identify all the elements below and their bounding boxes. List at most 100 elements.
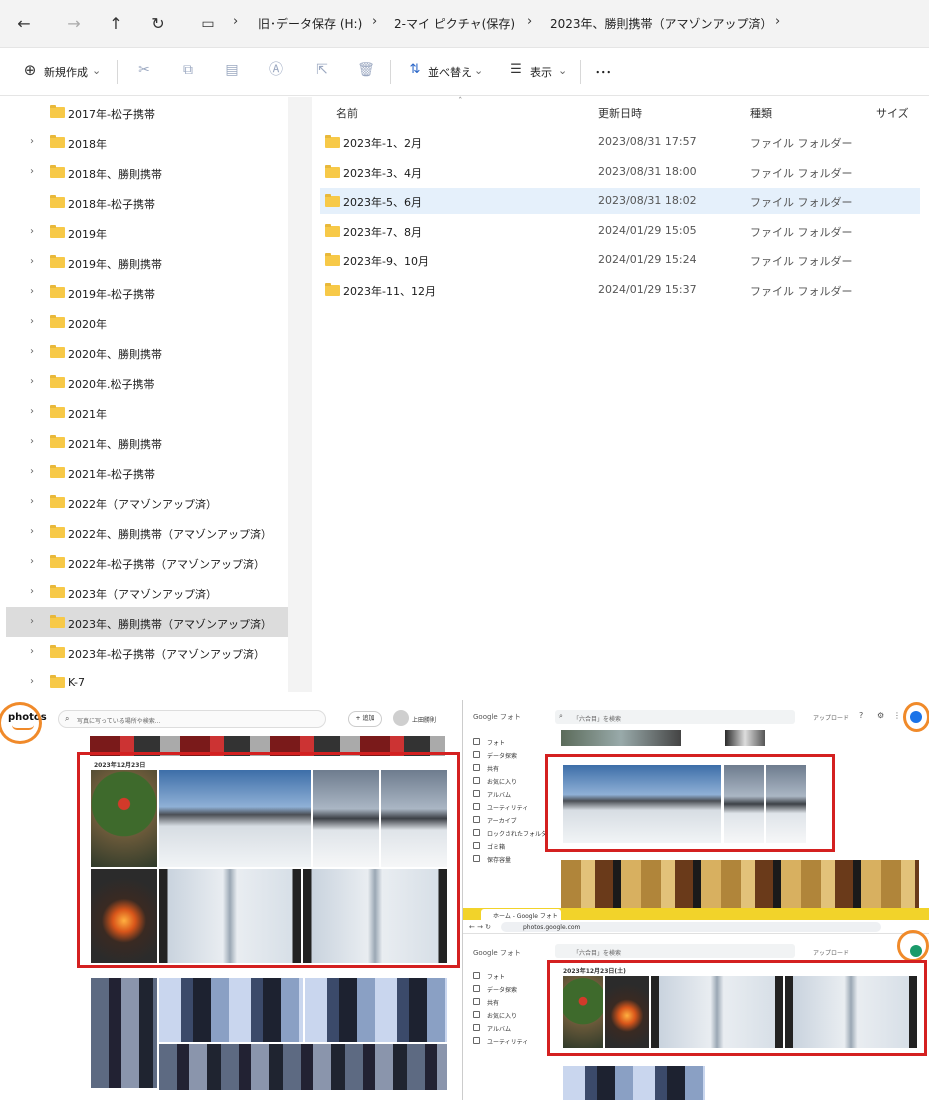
url-bar[interactable]: photos.google.com bbox=[501, 922, 881, 932]
amazon-search-input[interactable]: ⌕ 写真に写っている場所や検索... bbox=[58, 710, 326, 728]
sidebar-item[interactable]: 共有 bbox=[487, 998, 499, 1007]
google-search-input[interactable]: 「六合目」を検索 bbox=[555, 944, 795, 958]
chevron-right-icon[interactable]: › bbox=[30, 496, 34, 507]
file-row[interactable]: 2023年-11、12月 2024/01/29 15:37 ファイル フォルダー bbox=[320, 277, 920, 303]
column-type[interactable]: 種類 bbox=[750, 105, 772, 121]
browser-tab[interactable]: ホーム - Google フォト bbox=[481, 909, 561, 920]
tree-item[interactable]: › 2018年 bbox=[6, 127, 288, 157]
upload-button[interactable]: アップロード bbox=[813, 948, 849, 957]
chevron-right-icon[interactable]: › bbox=[30, 436, 34, 447]
sidebar-item[interactable]: お気に入り bbox=[487, 1011, 517, 1020]
rename-icon[interactable]: Ⓐ bbox=[266, 60, 286, 80]
pane-splitter[interactable] bbox=[288, 97, 312, 692]
tree-item[interactable]: › 2021年、勝則携帯 bbox=[6, 427, 288, 457]
sidebar-item[interactable]: 保存容量 bbox=[487, 855, 511, 864]
sidebar-item[interactable]: アルバム bbox=[487, 790, 511, 799]
chevron-right-icon[interactable]: › bbox=[30, 286, 34, 297]
file-row[interactable]: 2023年-5、6月 2023/08/31 18:02 ファイル フォルダー bbox=[320, 188, 920, 214]
tree-item[interactable]: › 2023年、勝則携帯（アマゾンアップ済） bbox=[6, 607, 288, 637]
chevron-right-icon[interactable]: › bbox=[30, 316, 34, 327]
photo-strip[interactable] bbox=[561, 730, 681, 746]
sort-button[interactable]: 並べ替え bbox=[428, 64, 472, 80]
breadcrumb-current[interactable]: 2023年、勝則携帯（アマゾンアップ済） bbox=[550, 15, 773, 32]
sidebar-item[interactable]: フォト bbox=[487, 738, 505, 747]
paste-icon[interactable]: ▤ bbox=[222, 60, 242, 80]
chevron-right-icon[interactable]: › bbox=[30, 136, 34, 147]
apps-icon[interactable]: ⋮ bbox=[893, 711, 901, 720]
share-icon[interactable]: ⇱ bbox=[312, 60, 332, 80]
chevron-right-icon[interactable]: › bbox=[775, 14, 780, 29]
tree-item[interactable]: › 2018年、勝則携帯 bbox=[6, 157, 288, 187]
more-button[interactable]: ･･･ bbox=[595, 64, 612, 80]
tree-item[interactable]: › 2020年 bbox=[6, 307, 288, 337]
sidebar-item[interactable]: アルバム bbox=[487, 1024, 511, 1033]
chevron-right-icon[interactable]: › bbox=[30, 616, 34, 627]
blurred-photo[interactable] bbox=[159, 1044, 447, 1090]
avatar[interactable] bbox=[393, 710, 409, 726]
column-size[interactable]: サイズ bbox=[876, 105, 909, 121]
upload-button[interactable]: アップロード bbox=[813, 713, 849, 722]
settings-icon[interactable]: ⚙ bbox=[877, 711, 884, 720]
tree-item[interactable]: › 2022年（アマゾンアップ済） bbox=[6, 487, 288, 517]
blurred-photo[interactable] bbox=[159, 978, 303, 1042]
sidebar-item[interactable]: フォト bbox=[487, 972, 505, 981]
column-name[interactable]: 名前 bbox=[336, 105, 358, 121]
tree-item[interactable]: › 2023年-松子携帯（アマゾンアップ済） bbox=[6, 637, 288, 667]
blurred-photo[interactable] bbox=[91, 978, 157, 1088]
chevron-right-icon[interactable]: › bbox=[30, 166, 34, 177]
chevron-right-icon[interactable]: › bbox=[30, 466, 34, 477]
back-icon[interactable]: ← → ↻ bbox=[469, 923, 491, 931]
blurred-photo[interactable] bbox=[305, 978, 447, 1042]
sidebar-item[interactable]: 共有 bbox=[487, 764, 499, 773]
chevron-right-icon[interactable]: › bbox=[30, 526, 34, 537]
tree-item[interactable]: › 2021年-松子携帯 bbox=[6, 457, 288, 487]
add-button[interactable]: + 追加 bbox=[348, 711, 382, 727]
chevron-right-icon[interactable]: › bbox=[30, 406, 34, 417]
sidebar-item[interactable]: データ探索 bbox=[487, 751, 517, 760]
sidebar-item[interactable]: お気に入り bbox=[487, 777, 517, 786]
new-button[interactable]: 新規作成 bbox=[44, 64, 88, 80]
chevron-right-icon[interactable]: › bbox=[30, 376, 34, 387]
google-search-input[interactable]: ⌕ 「六合目」を検索 bbox=[555, 710, 795, 724]
copy-icon[interactable]: ⧉ bbox=[178, 60, 198, 80]
sidebar-item[interactable]: データ探索 bbox=[487, 985, 517, 994]
up-icon[interactable]: ↑ bbox=[104, 12, 128, 36]
sidebar-item[interactable]: ゴミ箱 bbox=[487, 842, 505, 851]
tree-item[interactable]: › 2021年 bbox=[6, 397, 288, 427]
blurred-photo[interactable] bbox=[561, 860, 919, 908]
file-row[interactable]: 2023年-7、8月 2024/01/29 15:05 ファイル フォルダー bbox=[320, 218, 920, 244]
tree-item[interactable]: › 2023年（アマゾンアップ済） bbox=[6, 577, 288, 607]
chevron-right-icon[interactable]: › bbox=[30, 346, 34, 357]
view-button[interactable]: 表示 bbox=[530, 64, 552, 80]
delete-icon[interactable]: 🗑 bbox=[356, 60, 376, 80]
tree-item[interactable]: 2018年-松子携帯 bbox=[6, 187, 288, 217]
file-row[interactable]: 2023年-1、2月 2023/08/31 17:57 ファイル フォルダー bbox=[320, 129, 920, 155]
chevron-right-icon[interactable]: › bbox=[30, 256, 34, 267]
chevron-right-icon[interactable]: › bbox=[30, 586, 34, 597]
refresh-icon[interactable]: ↻ bbox=[146, 12, 170, 36]
breadcrumb-folder[interactable]: 2-マイ ピクチャ(保存) bbox=[394, 15, 515, 32]
photo-strip[interactable] bbox=[725, 730, 765, 746]
blurred-photo[interactable] bbox=[563, 1066, 705, 1100]
cut-icon[interactable]: ✂ bbox=[134, 60, 154, 80]
file-row[interactable]: 2023年-3、4月 2023/08/31 18:00 ファイル フォルダー bbox=[320, 159, 920, 185]
help-icon[interactable]: ? bbox=[859, 711, 863, 720]
tree-item[interactable]: › 2020年、勝則携帯 bbox=[6, 337, 288, 367]
tree-item[interactable]: › 2022年-松子携帯（アマゾンアップ済） bbox=[6, 547, 288, 577]
back-icon[interactable]: ← bbox=[12, 12, 36, 36]
tree-item[interactable]: › 2019年、勝則携帯 bbox=[6, 247, 288, 277]
file-row[interactable]: 2023年-9、10月 2024/01/29 15:24 ファイル フォルダー bbox=[320, 247, 920, 273]
breadcrumb-drive[interactable]: 旧･データ保存 (H:) bbox=[258, 15, 362, 32]
tree-item[interactable]: › 2022年、勝則携帯（アマゾンアップ済） bbox=[6, 517, 288, 547]
chevron-right-icon[interactable]: › bbox=[30, 556, 34, 567]
tree-item[interactable]: 2017年-松子携帯 bbox=[6, 97, 288, 127]
sidebar-item[interactable]: ロックされたフォルダ bbox=[487, 829, 547, 838]
chevron-right-icon[interactable]: › bbox=[30, 646, 34, 657]
tree-item[interactable]: › K-7 bbox=[6, 667, 288, 697]
computer-icon[interactable]: ▭ bbox=[196, 12, 220, 36]
tree-item[interactable]: › 2019年-松子携帯 bbox=[6, 277, 288, 307]
forward-icon[interactable]: → bbox=[62, 12, 86, 36]
tree-item[interactable]: › 2019年 bbox=[6, 217, 288, 247]
sidebar-item[interactable]: ユーティリティ bbox=[487, 803, 528, 812]
column-date[interactable]: 更新日時 bbox=[598, 105, 642, 121]
